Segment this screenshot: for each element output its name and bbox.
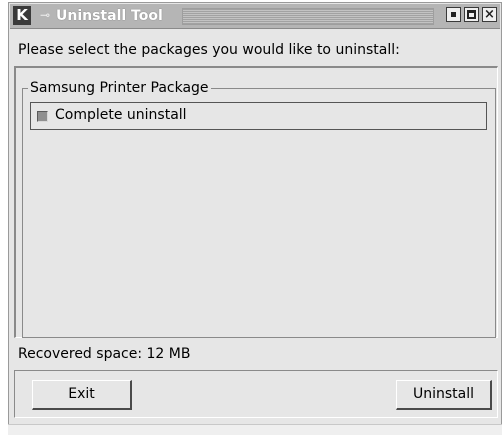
complete-uninstall-checkbox[interactable]	[37, 111, 48, 122]
uninstall-button[interactable]: Uninstall	[396, 380, 492, 410]
close-glyph: ×	[484, 7, 495, 22]
title-bar-grip	[182, 8, 434, 25]
window-title: Uninstall Tool	[56, 8, 163, 24]
instruction-text: Please select the packages you would lik…	[18, 42, 400, 58]
maximize-icon[interactable]	[464, 7, 479, 22]
close-icon[interactable]: ×	[482, 7, 497, 22]
title-bar[interactable]: K ⊸ Uninstall Tool ×	[10, 4, 500, 29]
complete-uninstall-label: Complete uninstall	[55, 107, 187, 123]
exit-button[interactable]: Exit	[32, 380, 132, 410]
k-logo-icon[interactable]: K	[13, 6, 31, 25]
complete-uninstall-option[interactable]: Complete uninstall	[30, 102, 487, 130]
package-group-label: Samsung Printer Package	[28, 80, 211, 96]
recovered-space-label: Recovered space:	[18, 346, 143, 362]
recovered-space-value: 12 MB	[146, 346, 191, 362]
minimize-icon[interactable]	[446, 7, 461, 22]
pin-icon[interactable]: ⊸	[35, 7, 55, 24]
recovered-space: Recovered space: 12 MB	[18, 346, 190, 362]
window-bottom-edge	[8, 424, 502, 435]
